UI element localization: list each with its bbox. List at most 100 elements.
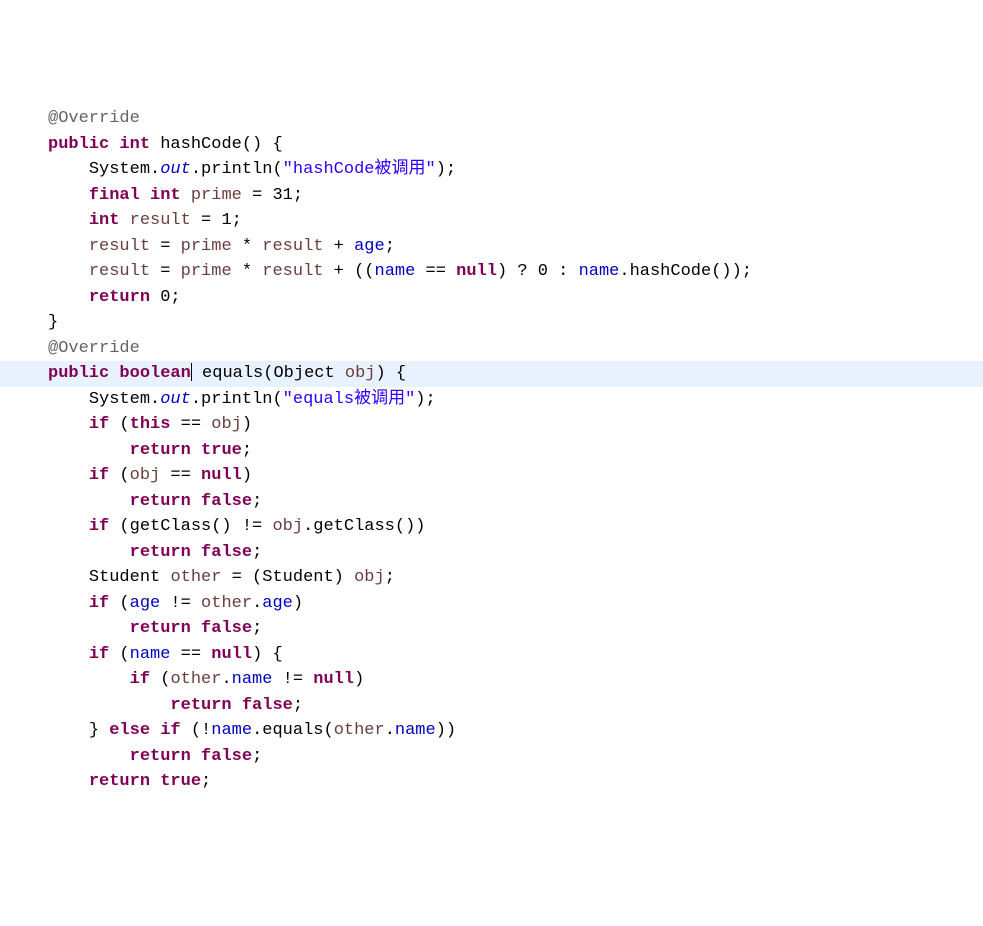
code-line[interactable]: } (0, 310, 983, 336)
code-token: if (130, 670, 150, 689)
code-token: ); (436, 160, 456, 179)
code-token: .println( (191, 160, 283, 179)
code-token: ; (252, 619, 262, 638)
code-line[interactable]: System.out.println("hashCode被调用"); (0, 157, 983, 183)
code-token: = 1; (191, 211, 242, 230)
code-token: .getClass()) (303, 517, 425, 536)
code-token: (getClass() != (109, 517, 272, 536)
code-token: if (89, 517, 109, 536)
code-token: .hashCode()); (619, 262, 752, 281)
code-token: * (232, 237, 263, 256)
code-token: public (48, 135, 109, 154)
code-token (150, 135, 160, 154)
code-token: } (48, 313, 58, 332)
code-token: name (130, 645, 171, 664)
code-token: @Override (48, 109, 140, 128)
code-token: name (395, 721, 436, 740)
code-token: "hashCode被调用" (283, 160, 436, 179)
code-token: true (201, 441, 242, 460)
code-line[interactable]: return false; (0, 693, 983, 719)
code-token: ( (150, 670, 170, 689)
code-token: = (150, 262, 181, 281)
code-token (232, 696, 242, 715)
code-token: prime (181, 237, 232, 256)
code-line[interactable]: if (name == null) { (0, 642, 983, 668)
code-line[interactable]: System.out.println("equals被调用"); (0, 387, 983, 413)
code-line[interactable]: if (getClass() != obj.getClass()) (0, 514, 983, 540)
code-token: ( (109, 415, 129, 434)
code-token: (Object (263, 364, 345, 383)
code-token: prime (181, 262, 232, 281)
code-line[interactable]: } else if (!name.equals(other.name)) (0, 718, 983, 744)
code-token: Student (89, 568, 171, 587)
code-token (191, 619, 201, 638)
code-token: return (89, 288, 150, 307)
code-line[interactable]: return false; (0, 489, 983, 515)
code-line[interactable]: int result = 1; (0, 208, 983, 234)
code-line[interactable]: return true; (0, 438, 983, 464)
code-token: return (130, 747, 191, 766)
code-line[interactable]: if (other.name != null) (0, 667, 983, 693)
code-editor[interactable]: @Override public int hashCode() { System.… (0, 102, 983, 799)
code-token: false (201, 543, 252, 562)
code-token: prime (191, 186, 242, 205)
code-token: == (170, 415, 211, 434)
code-line[interactable]: return false; (0, 744, 983, 770)
code-token: null (211, 645, 252, 664)
code-token: result (262, 262, 323, 281)
code-token: != (160, 594, 201, 613)
code-token: + (323, 237, 354, 256)
code-token: obj (130, 466, 161, 485)
code-line[interactable]: result = prime * result + age; (0, 234, 983, 260)
code-line[interactable]: return false; (0, 616, 983, 642)
code-token: other (170, 568, 221, 587)
code-line[interactable]: if (age != other.age) (0, 591, 983, 617)
code-token: * (232, 262, 263, 281)
code-token: int (89, 211, 120, 230)
code-line[interactable]: final int prime = 31; (0, 183, 983, 209)
code-token: ) (293, 594, 303, 613)
code-line[interactable]: result = prime * result + ((name == null… (0, 259, 983, 285)
code-token: ) (354, 670, 364, 689)
code-token (150, 772, 160, 791)
code-token: ( (109, 594, 129, 613)
code-token: "equals被调用" (283, 390, 416, 409)
code-token: equals (202, 364, 263, 383)
code-token (192, 364, 202, 383)
code-token: ); (415, 390, 435, 409)
code-token: return (130, 441, 191, 460)
code-token: ( (109, 466, 129, 485)
code-token: @Override (48, 339, 140, 358)
code-line[interactable]: public boolean equals(Object obj) { (0, 361, 983, 387)
code-line[interactable]: @Override (0, 336, 983, 362)
code-token: public (48, 364, 109, 383)
code-token (191, 747, 201, 766)
code-token: ; (252, 747, 262, 766)
code-token: == (170, 645, 211, 664)
code-token: else (109, 721, 150, 740)
code-token: boolean (119, 364, 190, 383)
code-line[interactable]: return 0; (0, 285, 983, 311)
code-token: other (334, 721, 385, 740)
code-line[interactable]: if (obj == null) (0, 463, 983, 489)
code-token: ( (109, 645, 129, 664)
code-line[interactable]: public int hashCode() { (0, 132, 983, 158)
code-token: ) { (376, 364, 407, 383)
code-line[interactable]: if (this == obj) (0, 412, 983, 438)
code-token: false (201, 747, 252, 766)
code-token: obj (354, 568, 385, 587)
code-token: this (130, 415, 171, 434)
code-line[interactable]: return false; (0, 540, 983, 566)
code-token: null (456, 262, 497, 281)
code-line[interactable]: Student other = (Student) obj; (0, 565, 983, 591)
code-token: return (130, 543, 191, 562)
code-token: ; (385, 568, 395, 587)
code-line[interactable]: @Override (0, 106, 983, 132)
code-token: return (130, 619, 191, 638)
code-token: if (89, 645, 109, 664)
code-token: ; (252, 492, 262, 511)
code-line[interactable]: return true; (0, 769, 983, 795)
code-token: 0; (150, 288, 181, 307)
code-token: obj (211, 415, 242, 434)
code-token: out (160, 390, 191, 409)
